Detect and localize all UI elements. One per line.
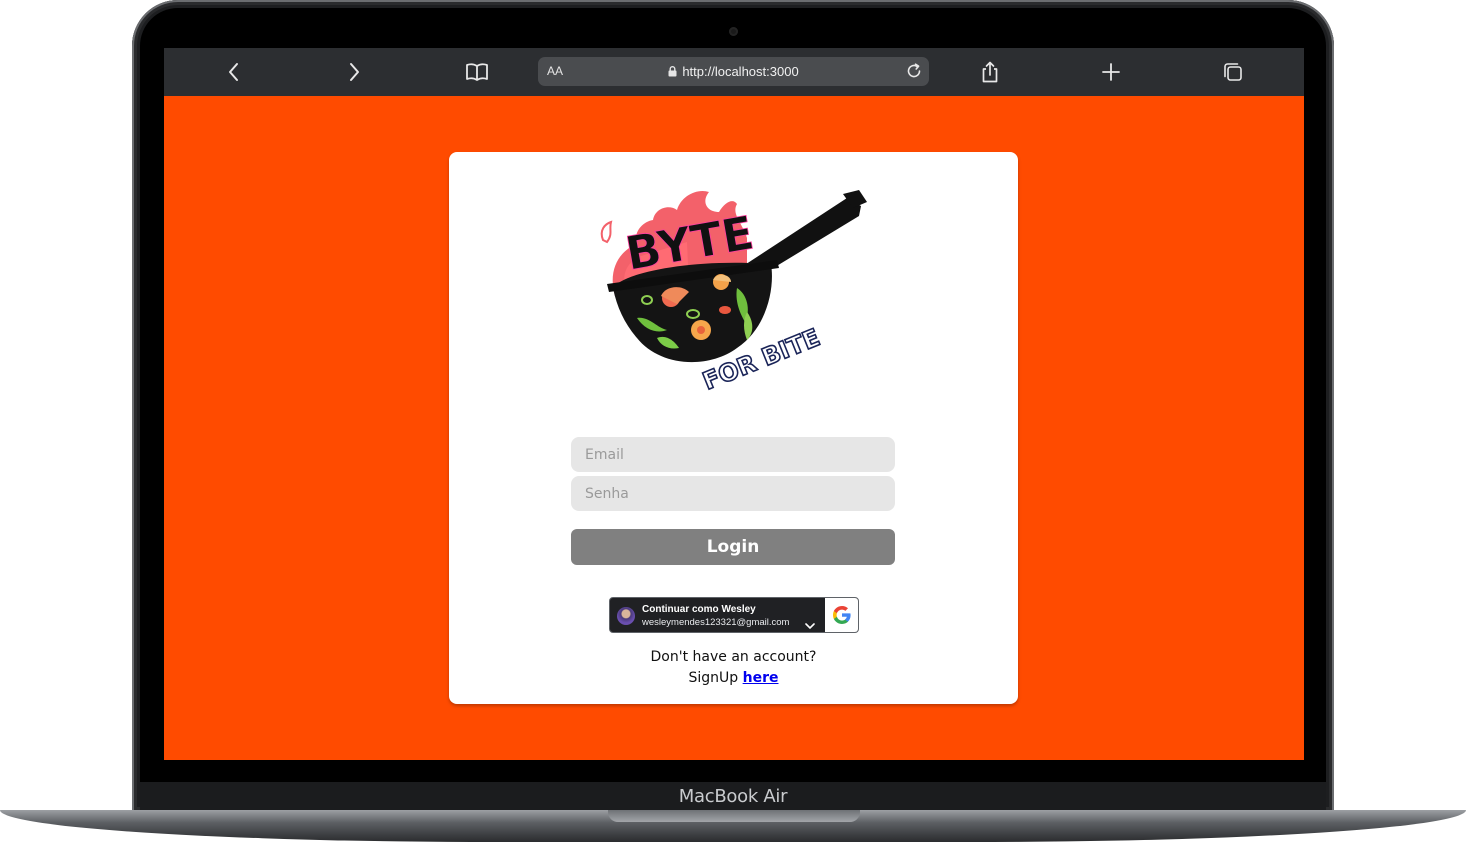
bookmarks-icon[interactable] xyxy=(463,58,491,86)
signup-link[interactable]: here xyxy=(743,670,779,686)
signup-prefix: SignUp xyxy=(688,670,739,686)
reload-icon[interactable] xyxy=(905,62,923,85)
lock-icon xyxy=(668,65,677,80)
back-icon[interactable] xyxy=(220,58,248,86)
camera-icon xyxy=(729,27,738,36)
signup-question: Don't have an account? xyxy=(650,649,817,665)
avatar xyxy=(617,607,635,625)
login-card: BYTE FOR BITE Login Continuar como Wesle… xyxy=(449,152,1018,704)
google-g-icon xyxy=(832,606,851,624)
login-button[interactable]: Login xyxy=(571,529,895,565)
address-bar[interactable]: AA http://localhost:3000 xyxy=(538,57,929,86)
signup-line: SignUp here xyxy=(449,670,1018,686)
device-label: MacBook Air xyxy=(678,786,788,807)
browser-toolbar: AA http://localhost:3000 xyxy=(164,48,1304,96)
chevron-down-icon[interactable] xyxy=(805,617,815,632)
google-account-name: Continuar como Wesley xyxy=(642,604,756,615)
email-field[interactable] xyxy=(571,437,895,472)
tabs-icon[interactable] xyxy=(1219,58,1247,86)
google-account-email: wesleymendes123321@gmail.com xyxy=(642,617,790,628)
google-logo-box xyxy=(825,598,858,632)
new-tab-icon[interactable] xyxy=(1097,58,1125,86)
forward-icon[interactable] xyxy=(340,58,368,86)
url-text[interactable]: http://localhost:3000 xyxy=(682,64,798,79)
byte-for-bite-logo: BYTE FOR BITE xyxy=(597,178,869,403)
share-icon[interactable] xyxy=(976,58,1004,86)
password-field[interactable] xyxy=(571,476,895,511)
browser-screen: AA http://localhost:3000 BYTE FOR BITE E… xyxy=(164,48,1304,760)
google-signin-button[interactable]: Continuar como Wesley wesleymendes123321… xyxy=(609,597,859,633)
laptop-base-notch xyxy=(608,810,860,822)
